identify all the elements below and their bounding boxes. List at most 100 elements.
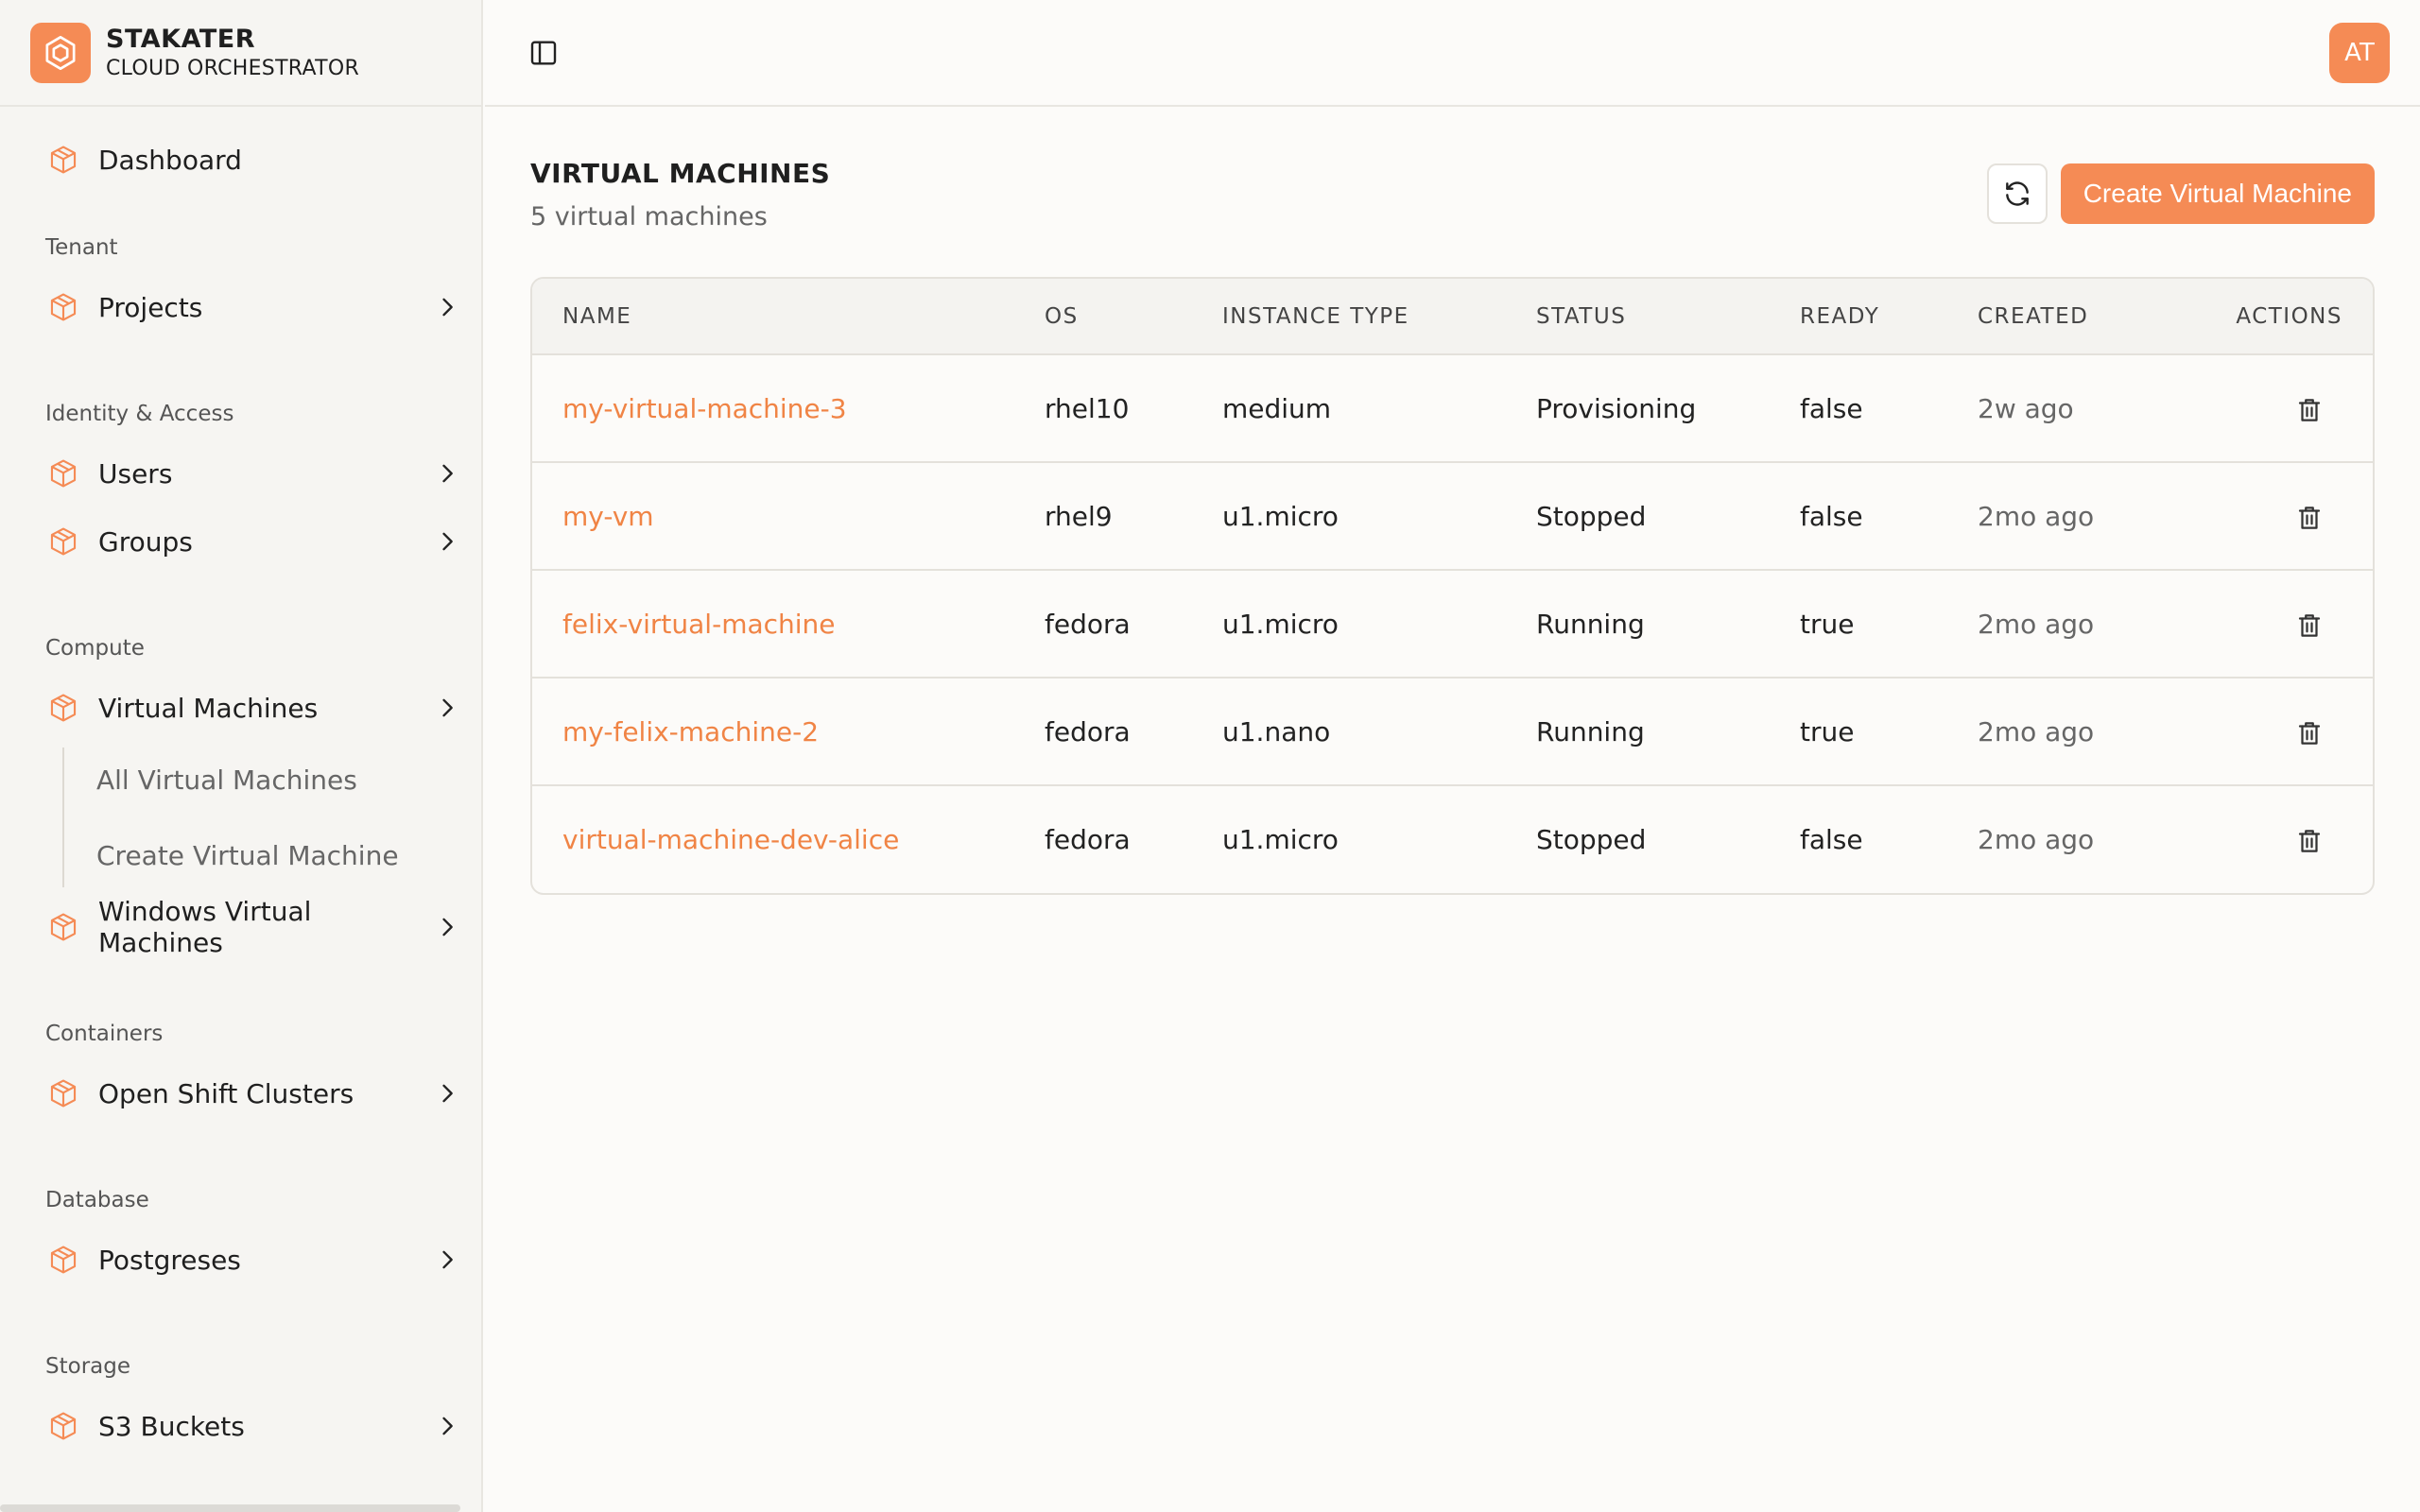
sidebar-item-label: S3 Buckets (98, 1410, 245, 1442)
sidebar-item-postgreses[interactable]: Postgreses (0, 1226, 481, 1294)
sidebar-item-label: Postgreses (98, 1244, 241, 1276)
vm-name-link[interactable]: my-virtual-machine-3 (532, 354, 1014, 463)
chevron-right-icon (442, 698, 453, 717)
table-row: my-virtual-machine-3 rhel10 medium Provi… (532, 354, 2373, 463)
vm-instance-type: u1.micro (1192, 570, 1506, 679)
vm-os: rhel9 (1014, 462, 1192, 571)
refresh-button[interactable] (1986, 163, 2048, 224)
brand[interactable]: STAKATER CLOUD ORCHESTRATOR (0, 0, 481, 107)
vm-created: 2mo ago (1947, 570, 2184, 679)
cube-icon (50, 1412, 77, 1440)
chevron-right-icon (442, 532, 453, 551)
column-header-actions: ACTIONS (2184, 279, 2373, 355)
vm-os: rhel10 (1014, 354, 1192, 463)
cube-icon (50, 146, 77, 174)
sidebar-item-label: Dashboard (98, 144, 242, 176)
vm-ready: false (1800, 824, 1863, 855)
brand-logo-icon (30, 22, 91, 83)
trash-icon[interactable] (2295, 719, 2324, 747)
page-title: VIRTUAL MACHINES (530, 158, 831, 189)
cube-icon (50, 913, 77, 941)
vm-actions (2184, 354, 2373, 463)
column-header-ready: READY (1770, 279, 1947, 355)
cube-icon (50, 694, 77, 722)
vm-ready: false (1770, 462, 1947, 571)
top-bar: AT (485, 0, 2420, 107)
cube-icon (50, 527, 77, 556)
section-label-database: Database (45, 1188, 149, 1212)
column-header-status: STATUS (1506, 279, 1770, 355)
sidebar-subitem-all-virtual-machines[interactable]: All Virtual Machines (96, 742, 481, 817)
vm-created: 2w ago (1947, 354, 2184, 463)
vm-instance-type: medium (1192, 354, 1506, 463)
virtual-machines-table: NAME OS INSTANCE TYPE STATUS READY CREAT… (530, 277, 2375, 895)
sidebar-item-virtual-machines[interactable]: Virtual Machines (0, 674, 481, 742)
sidebar-item-label: Windows Virtual Machines (98, 896, 312, 958)
column-header-name: NAME (532, 279, 1014, 355)
vm-os: fedora (1045, 824, 1131, 855)
table-row: my-vm rhel9 u1.micro Stopped false 2mo a… (532, 462, 2373, 571)
sidebar-item-windows-virtual-machines[interactable]: Windows Virtual Machines (0, 893, 481, 961)
sidebar-scrollbar[interactable] (0, 1504, 460, 1512)
trash-icon[interactable] (2295, 611, 2324, 640)
main-content: VIRTUAL MACHINES 5 virtual machines Crea… (485, 109, 2420, 1512)
column-header-instance-type: INSTANCE TYPE (1192, 279, 1506, 355)
vm-name-link[interactable]: my-vm (532, 462, 1014, 571)
vm-status: Stopped (1536, 824, 1647, 855)
vm-actions (2184, 785, 2373, 893)
vm-created: 2mo ago (1947, 462, 2184, 571)
trash-icon[interactable] (2295, 504, 2324, 532)
sidebar-item-label: Users (98, 457, 173, 490)
sidebar-toggle-button[interactable] (513, 23, 574, 83)
vm-created: 2mo ago (1978, 824, 2095, 855)
table-row: my-felix-machine-2 fedora u1.nano Runnin… (532, 678, 2373, 786)
sidebar-item-label: Projects (98, 291, 203, 323)
column-header-created: CREATED (1947, 279, 2184, 355)
table-row: felix-virtual-machine fedora u1.micro Ru… (532, 570, 2373, 679)
vm-name-link[interactable]: felix-virtual-machine (532, 570, 1014, 679)
sidebar-item-s3-buckets[interactable]: S3 Buckets (0, 1392, 481, 1460)
panel-left-icon (530, 40, 557, 65)
vm-actions (2184, 678, 2373, 786)
virtual-machines-submenu: All Virtual Machines Create Virtual Mach… (62, 742, 481, 893)
vm-name-link[interactable]: virtual-machine-dev-alice (532, 785, 1014, 893)
sidebar-item-users[interactable]: Users (0, 439, 481, 507)
vm-ready: true (1770, 678, 1947, 786)
sidebar-nav: Dashboard Tenant Projects Identity & Acc… (0, 107, 481, 1460)
vm-name-link[interactable]: my-felix-machine-2 (532, 678, 1014, 786)
vm-ready: true (1770, 570, 1947, 679)
create-virtual-machine-button[interactable]: Create Virtual Machine (2060, 163, 2375, 224)
brand-name: STAKATER (106, 24, 256, 54)
vm-actions (2184, 570, 2373, 679)
column-header-os: OS (1014, 279, 1192, 355)
section-label-containers: Containers (45, 1022, 164, 1046)
vm-os: fedora (1014, 678, 1192, 786)
user-avatar[interactable]: AT (2329, 23, 2390, 83)
sidebar-item-label: Open Shift Clusters (98, 1077, 354, 1109)
cube-icon (50, 1246, 77, 1274)
table-row: virtual-machine-dev-alice fedora u1.micr… (532, 785, 2373, 893)
vm-instance-type: u1.micro (1192, 462, 1506, 571)
chevron-right-icon (442, 918, 453, 936)
sidebar-item-projects[interactable]: Projects (0, 273, 481, 341)
sidebar-item-dashboard[interactable]: Dashboard (0, 126, 481, 194)
sidebar-item-label: Virtual Machines (98, 692, 319, 724)
chevron-right-icon (442, 1250, 453, 1269)
sidebar-item-open-shift-clusters[interactable]: Open Shift Clusters (0, 1059, 481, 1127)
cube-icon (50, 1079, 77, 1108)
chevron-right-icon (442, 1084, 453, 1103)
trash-icon[interactable] (2295, 827, 2324, 855)
cube-icon (50, 293, 77, 321)
chevron-right-icon (442, 298, 453, 317)
vm-instance-type: u1.nano (1192, 678, 1506, 786)
sidebar-subitem-create-virtual-machine[interactable]: Create Virtual Machine (96, 817, 481, 893)
vm-status: Running (1506, 570, 1770, 679)
sidebar-item-groups[interactable]: Groups (0, 507, 481, 576)
trash-icon[interactable] (2295, 396, 2324, 424)
vm-status: Provisioning (1506, 354, 1770, 463)
section-label-compute: Compute (45, 636, 145, 661)
section-label-identity: Identity & Access (45, 402, 234, 426)
sidebar-item-label: Groups (98, 525, 193, 558)
sidebar: STAKATER CLOUD ORCHESTRATOR Dashboard Te… (0, 0, 483, 1512)
chevron-right-icon (442, 1417, 453, 1435)
